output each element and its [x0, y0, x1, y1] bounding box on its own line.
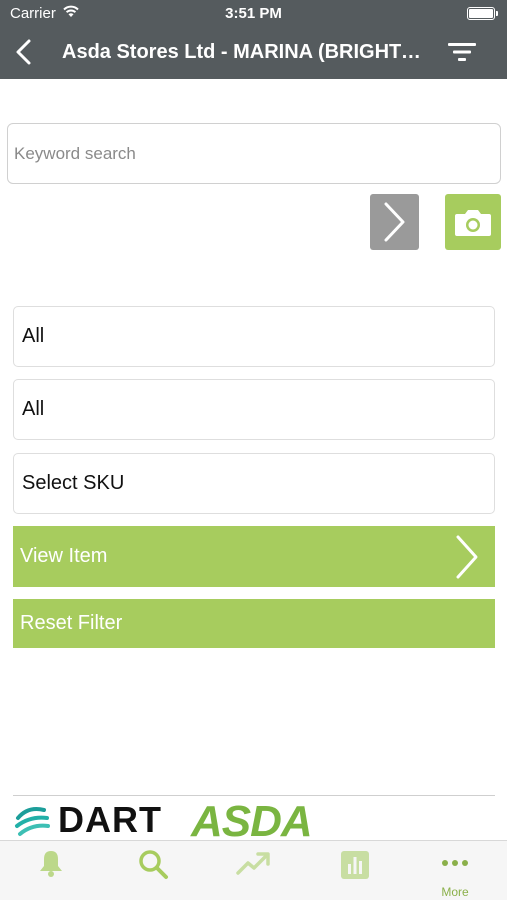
reset-filter-button[interactable]: Reset Filter: [13, 599, 495, 648]
bell-icon: [40, 851, 62, 877]
search-go-button[interactable]: [370, 194, 419, 250]
dart-logo-mark: [15, 807, 50, 836]
bar-chart-icon: [341, 851, 369, 879]
chevron-right-icon: [384, 202, 405, 242]
reset-filter-label: Reset Filter: [20, 612, 123, 634]
tab-more[interactable]: More: [440, 841, 470, 900]
back-arrow-icon[interactable]: [12, 38, 38, 66]
partner-logos: DART ASDA: [0, 796, 507, 842]
dart-logo-text: DART: [58, 799, 162, 840]
keyword-search-input[interactable]: [8, 124, 500, 183]
chevron-right-icon: [456, 535, 478, 579]
page-title: Asda Stores Ltd - MARINA (BRIGHTON): [62, 41, 422, 63]
view-item-button[interactable]: View Item: [13, 526, 495, 587]
search-icon: [139, 850, 168, 879]
camera-scan-button[interactable]: [445, 194, 501, 250]
tab-notifications[interactable]: [35, 841, 67, 900]
more-icon: [442, 860, 468, 866]
keyword-search-box: [7, 123, 501, 184]
status-bar: Carrier 3:51 PM: [0, 0, 507, 26]
tab-reports[interactable]: [340, 841, 370, 900]
battery-icon: [467, 7, 498, 20]
clock: 3:51 PM: [225, 5, 282, 22]
category-select[interactable]: All: [13, 306, 495, 367]
tab-bar: More: [0, 840, 507, 900]
tab-more-label: More: [441, 885, 469, 899]
camera-icon: [455, 210, 491, 236]
asda-logo: ASDA: [191, 797, 313, 842]
trend-icon: [236, 852, 270, 875]
nav-bar: Asda Stores Ltd - MARINA (BRIGHTON): [0, 26, 507, 79]
tab-trends[interactable]: [236, 841, 272, 900]
subcategory-select[interactable]: All: [13, 379, 495, 440]
tab-search[interactable]: [136, 841, 170, 900]
filter-icon[interactable]: [447, 40, 477, 64]
sku-select[interactable]: Select SKU: [13, 453, 495, 514]
view-item-label: View Item: [20, 545, 108, 567]
